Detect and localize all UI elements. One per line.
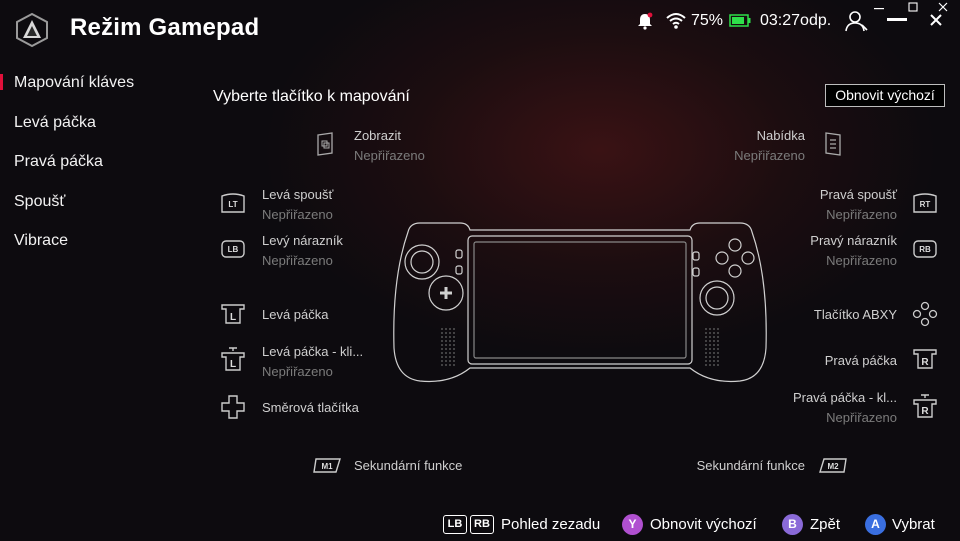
app-logo bbox=[14, 12, 50, 48]
mapping-view-value: Nepřiřazeno bbox=[354, 148, 425, 163]
reset-defaults-button[interactable]: Obnovit výchozí bbox=[825, 84, 945, 107]
right-stick-icon[interactable]: R bbox=[912, 346, 938, 372]
view-icon[interactable] bbox=[312, 131, 338, 157]
svg-text:RT: RT bbox=[920, 200, 931, 209]
app-title: Režim Gamepad bbox=[70, 14, 260, 41]
reset-defaults-action[interactable]: Obnovit výchozí bbox=[650, 516, 757, 533]
mapping-rs-label[interactable]: Pravá páčka bbox=[780, 353, 897, 368]
mapping-ls-click-value: Nepřiřazeno bbox=[262, 364, 333, 379]
notification-bell-icon[interactable] bbox=[636, 12, 654, 30]
mapping-rt-value: Nepřiřazeno bbox=[826, 207, 897, 222]
mapping-rb-label[interactable]: Pravý nárazník bbox=[780, 233, 897, 248]
minimize-bar[interactable] bbox=[887, 18, 907, 21]
rt-badge-icon[interactable]: RT bbox=[912, 190, 938, 216]
sidebar-item-trigger[interactable]: Spoušť bbox=[14, 193, 65, 211]
svg-text:LT: LT bbox=[228, 200, 237, 209]
device-illustration bbox=[390, 218, 770, 386]
svg-text:M1: M1 bbox=[321, 462, 333, 471]
mapping-menu-label[interactable]: Nabídka bbox=[700, 128, 805, 143]
battery-icon bbox=[729, 14, 751, 27]
mapping-rs-click-label[interactable]: Pravá páčka - kl... bbox=[760, 390, 897, 405]
close-icon[interactable] bbox=[929, 13, 943, 27]
sidebar-item-vibration[interactable]: Vibrace bbox=[14, 232, 68, 250]
minimize-icon[interactable] bbox=[867, 0, 891, 16]
account-icon[interactable] bbox=[845, 10, 869, 32]
battery-percent: 75% bbox=[691, 12, 724, 29]
dpad-icon[interactable] bbox=[220, 394, 246, 420]
svg-text:R: R bbox=[921, 406, 929, 417]
left-stick-icon[interactable]: L bbox=[220, 301, 246, 327]
page-heading: Vyberte tlačítko k mapování bbox=[213, 88, 410, 105]
lb-badge-icon[interactable]: LB bbox=[220, 236, 246, 262]
clock: 03:27odp. bbox=[760, 12, 832, 29]
a-button-icon: A bbox=[865, 514, 886, 535]
svg-text:L: L bbox=[230, 312, 236, 323]
back-action[interactable]: Zpět bbox=[810, 516, 840, 533]
mapping-dpad-label[interactable]: Směrová tlačítka bbox=[262, 400, 359, 415]
rb-badge-icon[interactable]: RB bbox=[912, 236, 938, 262]
lb-button-hint: LB bbox=[443, 515, 467, 534]
menu-icon[interactable] bbox=[820, 131, 846, 157]
m1-badge-icon[interactable]: M1 bbox=[312, 452, 342, 478]
mapping-lt-label[interactable]: Levá spoušť bbox=[262, 187, 333, 202]
sidebar-item-left-stick[interactable]: Levá páčka bbox=[14, 114, 96, 132]
left-stick-click-icon[interactable]: L bbox=[220, 346, 246, 372]
mapping-lt-value: Nepřiřazeno bbox=[262, 207, 333, 222]
rb-button-hint: RB bbox=[470, 515, 494, 534]
svg-text:L: L bbox=[230, 359, 236, 370]
mapping-ls-click-label[interactable]: Levá páčka - kli... bbox=[262, 344, 363, 359]
right-stick-click-icon[interactable]: R bbox=[912, 393, 938, 419]
mapping-abxy-label[interactable]: Tlačítko ABXY bbox=[780, 307, 897, 322]
mapping-rs-click-value: Nepřiřazeno bbox=[826, 410, 897, 425]
mapping-rt-label[interactable]: Pravá spoušť bbox=[780, 187, 897, 202]
mapping-rb-value: Nepřiřazeno bbox=[826, 253, 897, 268]
select-action[interactable]: Vybrat bbox=[892, 516, 935, 533]
lt-badge-icon[interactable]: LT bbox=[220, 190, 246, 216]
mapping-lb-label[interactable]: Levý nárazník bbox=[262, 233, 343, 248]
rear-view-action[interactable]: Pohled zezadu bbox=[501, 516, 600, 533]
abxy-icon[interactable] bbox=[912, 301, 938, 327]
wifi-icon bbox=[666, 12, 686, 30]
svg-text:R: R bbox=[921, 357, 929, 368]
mapping-ls-label[interactable]: Levá páčka bbox=[262, 307, 329, 322]
b-button-icon: B bbox=[782, 514, 803, 535]
sidebar-item-right-stick[interactable]: Pravá páčka bbox=[14, 153, 103, 171]
sidebar-active-indicator bbox=[0, 74, 3, 90]
mapping-lb-value: Nepřiřazeno bbox=[262, 253, 333, 268]
svg-text:M2: M2 bbox=[827, 462, 839, 471]
mapping-m1-label[interactable]: Sekundární funkce bbox=[354, 458, 462, 473]
y-button-icon: Y bbox=[622, 514, 643, 535]
mapping-m2-label[interactable]: Sekundární funkce bbox=[670, 458, 805, 473]
m2-badge-icon[interactable]: M2 bbox=[818, 452, 848, 478]
sidebar-item-key-mapping[interactable]: Mapování kláves bbox=[14, 74, 134, 92]
svg-text:LB: LB bbox=[228, 245, 239, 254]
mapping-menu-value: Nepřiřazeno bbox=[734, 148, 805, 163]
svg-text:RB: RB bbox=[919, 245, 931, 254]
maximize-icon[interactable] bbox=[901, 0, 925, 16]
mapping-view-label[interactable]: Zobrazit bbox=[354, 128, 401, 143]
